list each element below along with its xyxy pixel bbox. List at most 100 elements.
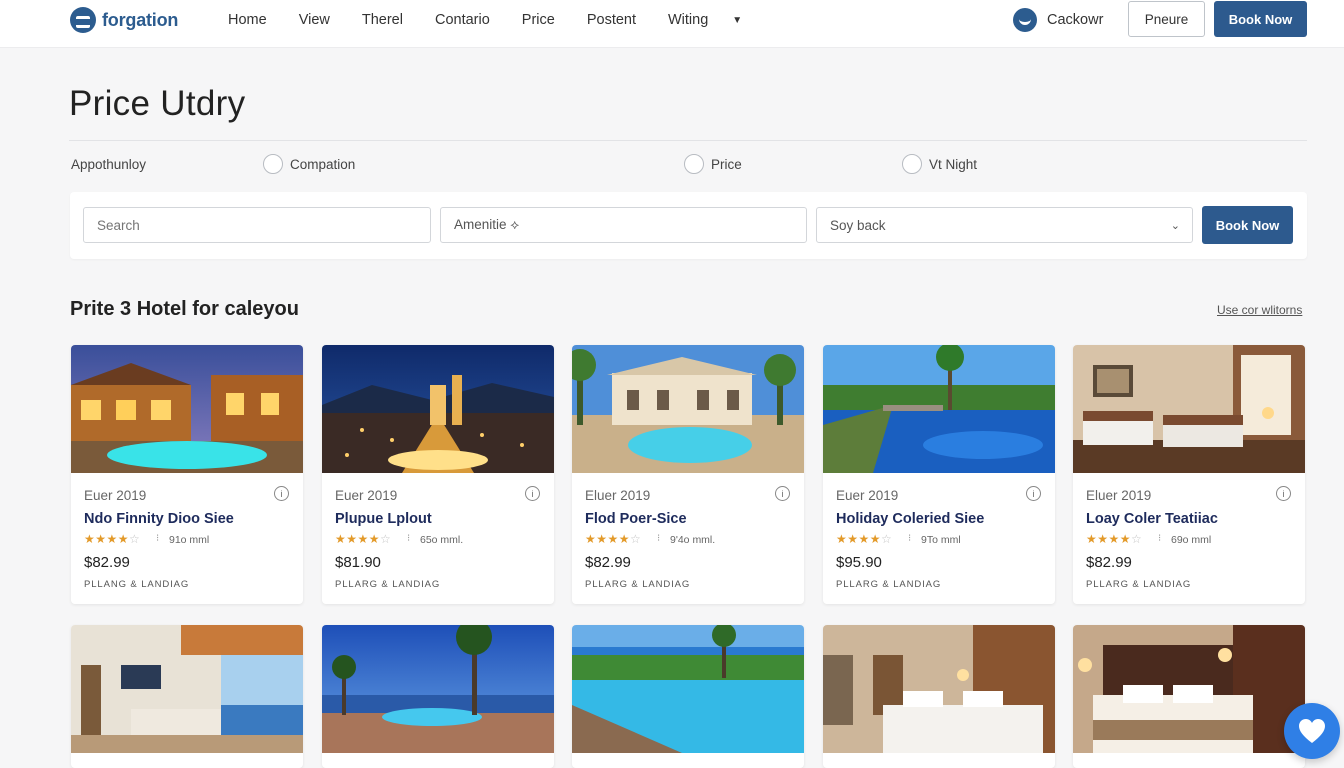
nav-item-therel[interactable]: Therel xyxy=(362,12,403,28)
favorites-fab[interactable] xyxy=(1284,703,1340,759)
hotel-card[interactable] xyxy=(1073,625,1305,768)
section-link[interactable]: Use cor wlitorns xyxy=(1217,303,1302,317)
hotel-name[interactable]: Loay Coler Teatiiac xyxy=(1086,511,1218,527)
user-avatar-icon xyxy=(1013,8,1037,32)
hotel-price: $82.99 xyxy=(585,554,631,571)
logo-text: forgation xyxy=(102,9,179,30)
hotel-image xyxy=(572,345,804,473)
option-price[interactable]: Price xyxy=(684,154,742,174)
user-menu[interactable]: Cackowr xyxy=(1013,8,1103,32)
hotel-tag: PLLARG & LANDIAG xyxy=(585,579,691,590)
option-compation-label: Compation xyxy=(290,156,356,172)
hotel-image xyxy=(823,625,1055,753)
nav-item-home[interactable]: Home xyxy=(228,12,267,28)
radio-vt-night[interactable] xyxy=(902,154,922,174)
star-rating: ★★★★☆ xyxy=(1086,532,1143,546)
option-compation[interactable]: Compation xyxy=(263,154,355,174)
search-field[interactable] xyxy=(83,207,431,243)
radio-compation[interactable] xyxy=(263,154,283,174)
hotel-price: $82.99 xyxy=(1086,554,1132,571)
top-navbar: forgation Home View Therel Contario Pric… xyxy=(0,0,1344,48)
hotel-tag: PLLARG & LANDIAG xyxy=(335,579,441,590)
hotel-distance: 65o mml. xyxy=(420,534,464,546)
hotel-name[interactable]: Flod Poer-Sice xyxy=(585,511,687,527)
hotel-name[interactable]: Ndo Finnity Dioo Siee xyxy=(84,511,234,527)
info-icon[interactable]: i xyxy=(775,486,790,501)
hotel-date: Euer 2019 xyxy=(836,488,899,503)
sort-value: Soy back xyxy=(830,217,886,233)
nav-item-witing[interactable]: Witing xyxy=(668,12,708,28)
search-input[interactable] xyxy=(97,217,417,233)
hotel-card[interactable] xyxy=(823,625,1055,768)
info-icon[interactable]: i xyxy=(1276,486,1291,501)
hotel-date: Eluer 2019 xyxy=(1086,488,1152,503)
hotel-card[interactable]: Eluer 2019 i Flod Poer-Sice ★★★★☆ ⁝ 9'4o… xyxy=(572,345,804,604)
hotel-date: Euer 2019 xyxy=(84,488,147,503)
hotel-name[interactable]: Plupue Lplout xyxy=(335,511,432,527)
hotel-tag: PLLANG & LANDIAG xyxy=(84,579,190,590)
amenities-value: Amenitie ⟡ xyxy=(454,217,520,232)
hotel-date: Euer 2019 xyxy=(335,488,398,503)
info-icon[interactable]: i xyxy=(1026,486,1041,501)
separator: ⁝ xyxy=(407,533,411,544)
hotel-image xyxy=(1073,625,1305,753)
hotel-image xyxy=(1073,345,1305,473)
heart-icon xyxy=(1299,719,1325,743)
user-name: Cackowr xyxy=(1047,12,1104,28)
hotel-card[interactable] xyxy=(322,625,554,768)
book-now-search-button[interactable]: Book Now xyxy=(1202,206,1293,244)
hotel-price: $82.99 xyxy=(84,554,130,571)
separator: ⁝ xyxy=(156,533,160,544)
star-rating: ★★★★☆ xyxy=(335,532,392,546)
section-title: Prite 3 Hotel for caleyou xyxy=(70,298,299,320)
hotel-price: $81.90 xyxy=(335,554,381,571)
hotel-price: $95.90 xyxy=(836,554,882,571)
logo-icon xyxy=(70,7,96,33)
nav-item-view[interactable]: View xyxy=(299,12,330,28)
hotel-card[interactable]: Euer 2019 i Holiday Coleried Siee ★★★★☆ … xyxy=(823,345,1055,604)
hotel-tag: PLLARG & LANDIAG xyxy=(1086,579,1192,590)
options-label: Appothunloy xyxy=(71,157,147,172)
hotel-name[interactable]: Holiday Coleried Siee xyxy=(836,511,984,527)
nav-item-postent[interactable]: Postent xyxy=(587,12,636,28)
search-panel: Amenitie ⟡ Soy back ⌄ Book Now xyxy=(70,192,1307,259)
nav-dropdown-caret-icon[interactable]: ▼ xyxy=(732,15,742,26)
sort-select[interactable]: Soy back ⌄ xyxy=(816,207,1193,243)
hotel-tag: PLLARG & LANDIAG xyxy=(836,579,942,590)
info-icon[interactable]: i xyxy=(274,486,289,501)
option-vt-night[interactable]: Vt Night xyxy=(902,154,977,174)
star-rating: ★★★★☆ xyxy=(836,532,893,546)
hotel-distance: 9To mml xyxy=(921,534,961,546)
hotel-date: Eluer 2019 xyxy=(585,488,651,503)
hotel-distance: 9'4o mml. xyxy=(670,534,716,546)
title-divider xyxy=(69,140,1307,141)
hotel-card[interactable]: Eluer 2019 i Loay Coler Teatiiac ★★★★☆ ⁝… xyxy=(1073,345,1305,604)
star-rating: ★★★★☆ xyxy=(84,532,141,546)
main-nav: Home View Therel Contario Price Postent … xyxy=(228,0,742,40)
hotel-image xyxy=(823,345,1055,473)
page-title: Price Utdry xyxy=(69,84,246,123)
amenities-field[interactable]: Amenitie ⟡ xyxy=(440,207,807,243)
hotel-image xyxy=(322,625,554,753)
separator: ⁝ xyxy=(657,533,661,544)
nav-item-contario[interactable]: Contario xyxy=(435,12,490,28)
separator: ⁝ xyxy=(1158,533,1162,544)
hotel-image xyxy=(71,625,303,753)
option-price-label: Price xyxy=(711,156,742,172)
hotel-card[interactable]: Euer 2019 i Plupue Lplout ★★★★☆ ⁝ 65o mm… xyxy=(322,345,554,604)
hotel-card[interactable]: Euer 2019 i Ndo Finnity Dioo Siee ★★★★☆ … xyxy=(71,345,303,604)
hotel-card[interactable] xyxy=(71,625,303,768)
info-icon[interactable]: i xyxy=(525,486,540,501)
chevron-down-icon: ⌄ xyxy=(1170,220,1180,232)
star-rating: ★★★★☆ xyxy=(585,532,642,546)
nav-item-price[interactable]: Price xyxy=(522,12,555,28)
logo[interactable]: forgation xyxy=(70,7,178,33)
hotel-image xyxy=(71,345,303,473)
hotel-card[interactable] xyxy=(572,625,804,768)
book-now-header-button[interactable]: Book Now xyxy=(1214,1,1307,37)
option-vt-night-label: Vt Night xyxy=(929,156,978,172)
radio-price[interactable] xyxy=(684,154,704,174)
separator: ⁝ xyxy=(908,533,912,544)
hotel-image xyxy=(572,625,804,753)
pneure-button[interactable]: Pneure xyxy=(1128,1,1205,37)
